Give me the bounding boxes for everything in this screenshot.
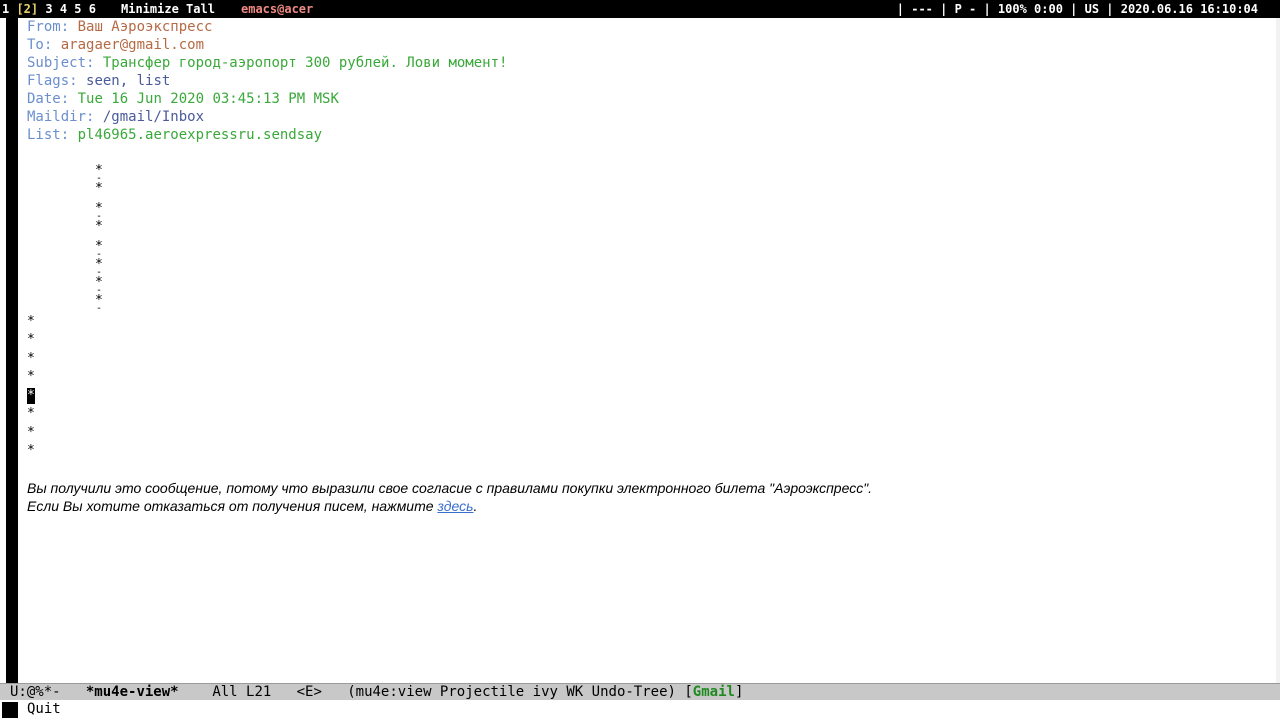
list-value: pl46965.aeroexpressru.sendsay — [77, 127, 323, 143]
subject-value: Трансфер город-аэропорт 300 рублей. Лови… — [102, 55, 508, 71]
buffer-position: All L21 — [212, 684, 272, 700]
layout-name: Minimize Tall — [121, 2, 215, 16]
window-fringe — [0, 18, 20, 683]
maildir-value[interactable]: /gmail/Inbox — [103, 109, 204, 125]
bullet-star: * — [95, 219, 103, 234]
bullet-star: * — [27, 314, 35, 329]
echo-fringe — [2, 702, 18, 718]
bullet-star: * — [27, 425, 35, 440]
header-maildir: Maildir: /gmail/Inbox — [27, 108, 204, 126]
header-flags: Flags: seen, list — [27, 72, 170, 90]
flags-value: seen, list — [86, 73, 171, 89]
to-value[interactable]: aragaer@gmail.com — [61, 37, 204, 53]
header-key: To: — [27, 37, 53, 53]
unsubscribe-text: Если Вы хотите отказаться от получения п… — [27, 498, 438, 514]
header-from: From: Ваш Аэроэкспресс — [27, 18, 212, 36]
body-line-unsubscribe: Если Вы хотите отказаться от получения п… — [27, 497, 477, 515]
date-value: Tue 16 Jun 2020 03:45:13 PM MSK — [77, 91, 339, 107]
workspace-1[interactable]: 1 — [2, 2, 16, 16]
header-key: From: — [27, 19, 70, 35]
header-key: Subject: — [27, 55, 95, 71]
workspace-current[interactable]: [2] — [16, 2, 38, 16]
evil-state: <E> — [296, 684, 322, 700]
bullet-star: * — [27, 332, 35, 347]
unsubscribe-period: . — [473, 498, 478, 514]
bullet-star: * — [27, 443, 35, 458]
text-cursor[interactable]: * — [27, 388, 35, 404]
bullet-star: * — [27, 369, 35, 384]
bullet-star: * — [95, 181, 103, 196]
unsubscribe-link[interactable]: здесь — [437, 498, 473, 514]
minor-modes-close: ] — [734, 684, 744, 700]
fringe-bar — [6, 18, 18, 683]
minor-modes[interactable]: (mu4e:view Projectile ivy WK Undo-Tree) … — [347, 684, 693, 700]
bullet-star: * — [27, 406, 35, 421]
bullet-dash: - — [96, 303, 103, 314]
workspace-list[interactable]: 1 [2] 3 4 5 6 — [2, 0, 96, 18]
header-list: List: pl46965.aeroexpressru.sendsay — [27, 126, 322, 144]
header-date: Date: Tue 16 Jun 2020 03:45:13 PM MSK — [27, 90, 339, 108]
bullet-star: * — [27, 351, 35, 366]
buffer-state: U:@%*- — [10, 684, 61, 700]
status-bar: 1 [2] 3 4 5 6 Minimize Tall emacs@acer |… — [0, 0, 1280, 18]
header-subject: Subject: Трансфер город-аэропорт 300 руб… — [27, 54, 507, 72]
echo-message: Quit — [27, 701, 61, 717]
echo-area[interactable]: Quit — [0, 700, 1280, 719]
header-key: Date: — [27, 91, 70, 107]
header-key: Flags: — [27, 73, 78, 89]
window-title: emacs@acer — [241, 2, 314, 16]
workspace-others[interactable]: 3 4 5 6 — [38, 2, 96, 16]
mu4e-context: Gmail — [692, 684, 735, 700]
buffer-name[interactable]: *mu4e-view* — [86, 684, 179, 700]
right-edge — [1276, 18, 1280, 683]
system-status: | --- | P - | 100% 0:00 | US | 2020.06.1… — [896, 2, 1258, 16]
header-to: To: aragaer@gmail.com — [27, 36, 204, 54]
from-value[interactable]: Ваш Аэроэкспресс — [78, 19, 213, 35]
body-line-consent: Вы получили это сообщение, потому что вы… — [27, 480, 873, 496]
header-key: List: — [27, 127, 70, 143]
mode-line: U:@%*- *mu4e-view* All L21 <E> (mu4e:vie… — [0, 683, 1280, 701]
header-key: Maildir: — [27, 109, 95, 125]
